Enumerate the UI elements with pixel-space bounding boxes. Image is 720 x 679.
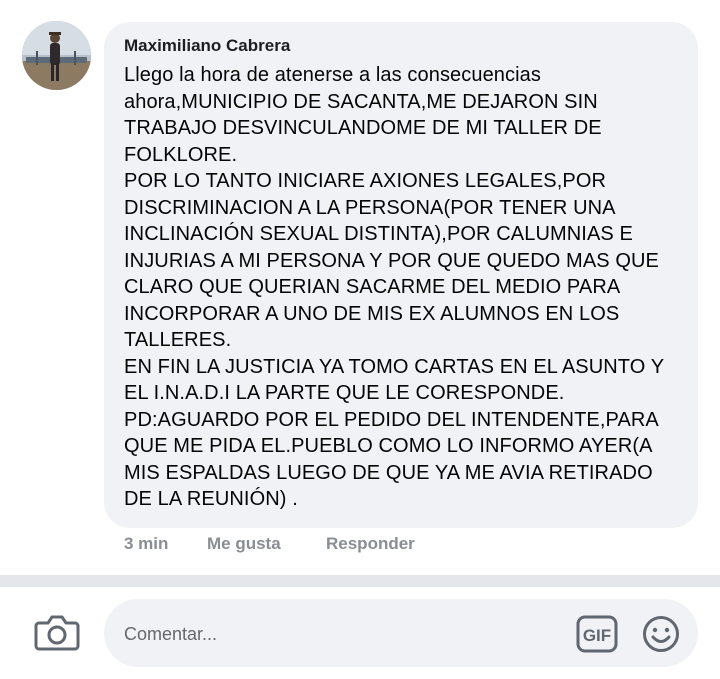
like-button[interactable]: Me gusta [207, 534, 281, 554]
gif-label: GIF [583, 626, 611, 645]
comment-input[interactable]: Comentar... GIF [104, 599, 698, 667]
comment-author[interactable]: Maximiliano Cabrera [124, 36, 290, 56]
avatar-photo [22, 21, 91, 90]
comment-composer: Comentar... GIF [0, 587, 720, 679]
comment-input-placeholder: Comentar... [124, 624, 218, 644]
comment-bubble: Maximiliano Cabrera Llego la hora de ate… [104, 22, 698, 528]
comment-timestamp: 3 min [124, 534, 169, 553]
reply-button[interactable]: Responder [326, 534, 415, 554]
avatar[interactable] [22, 21, 91, 90]
section-divider [0, 575, 720, 587]
comment-text: Llego la hora de atenerse a las consecue… [124, 64, 665, 510]
comment: Maximiliano Cabrera Llego la hora de ate… [0, 0, 720, 575]
gif-icon[interactable]: GIF [576, 615, 618, 653]
emoji-icon[interactable] [642, 615, 680, 653]
camera-icon[interactable] [34, 611, 80, 651]
